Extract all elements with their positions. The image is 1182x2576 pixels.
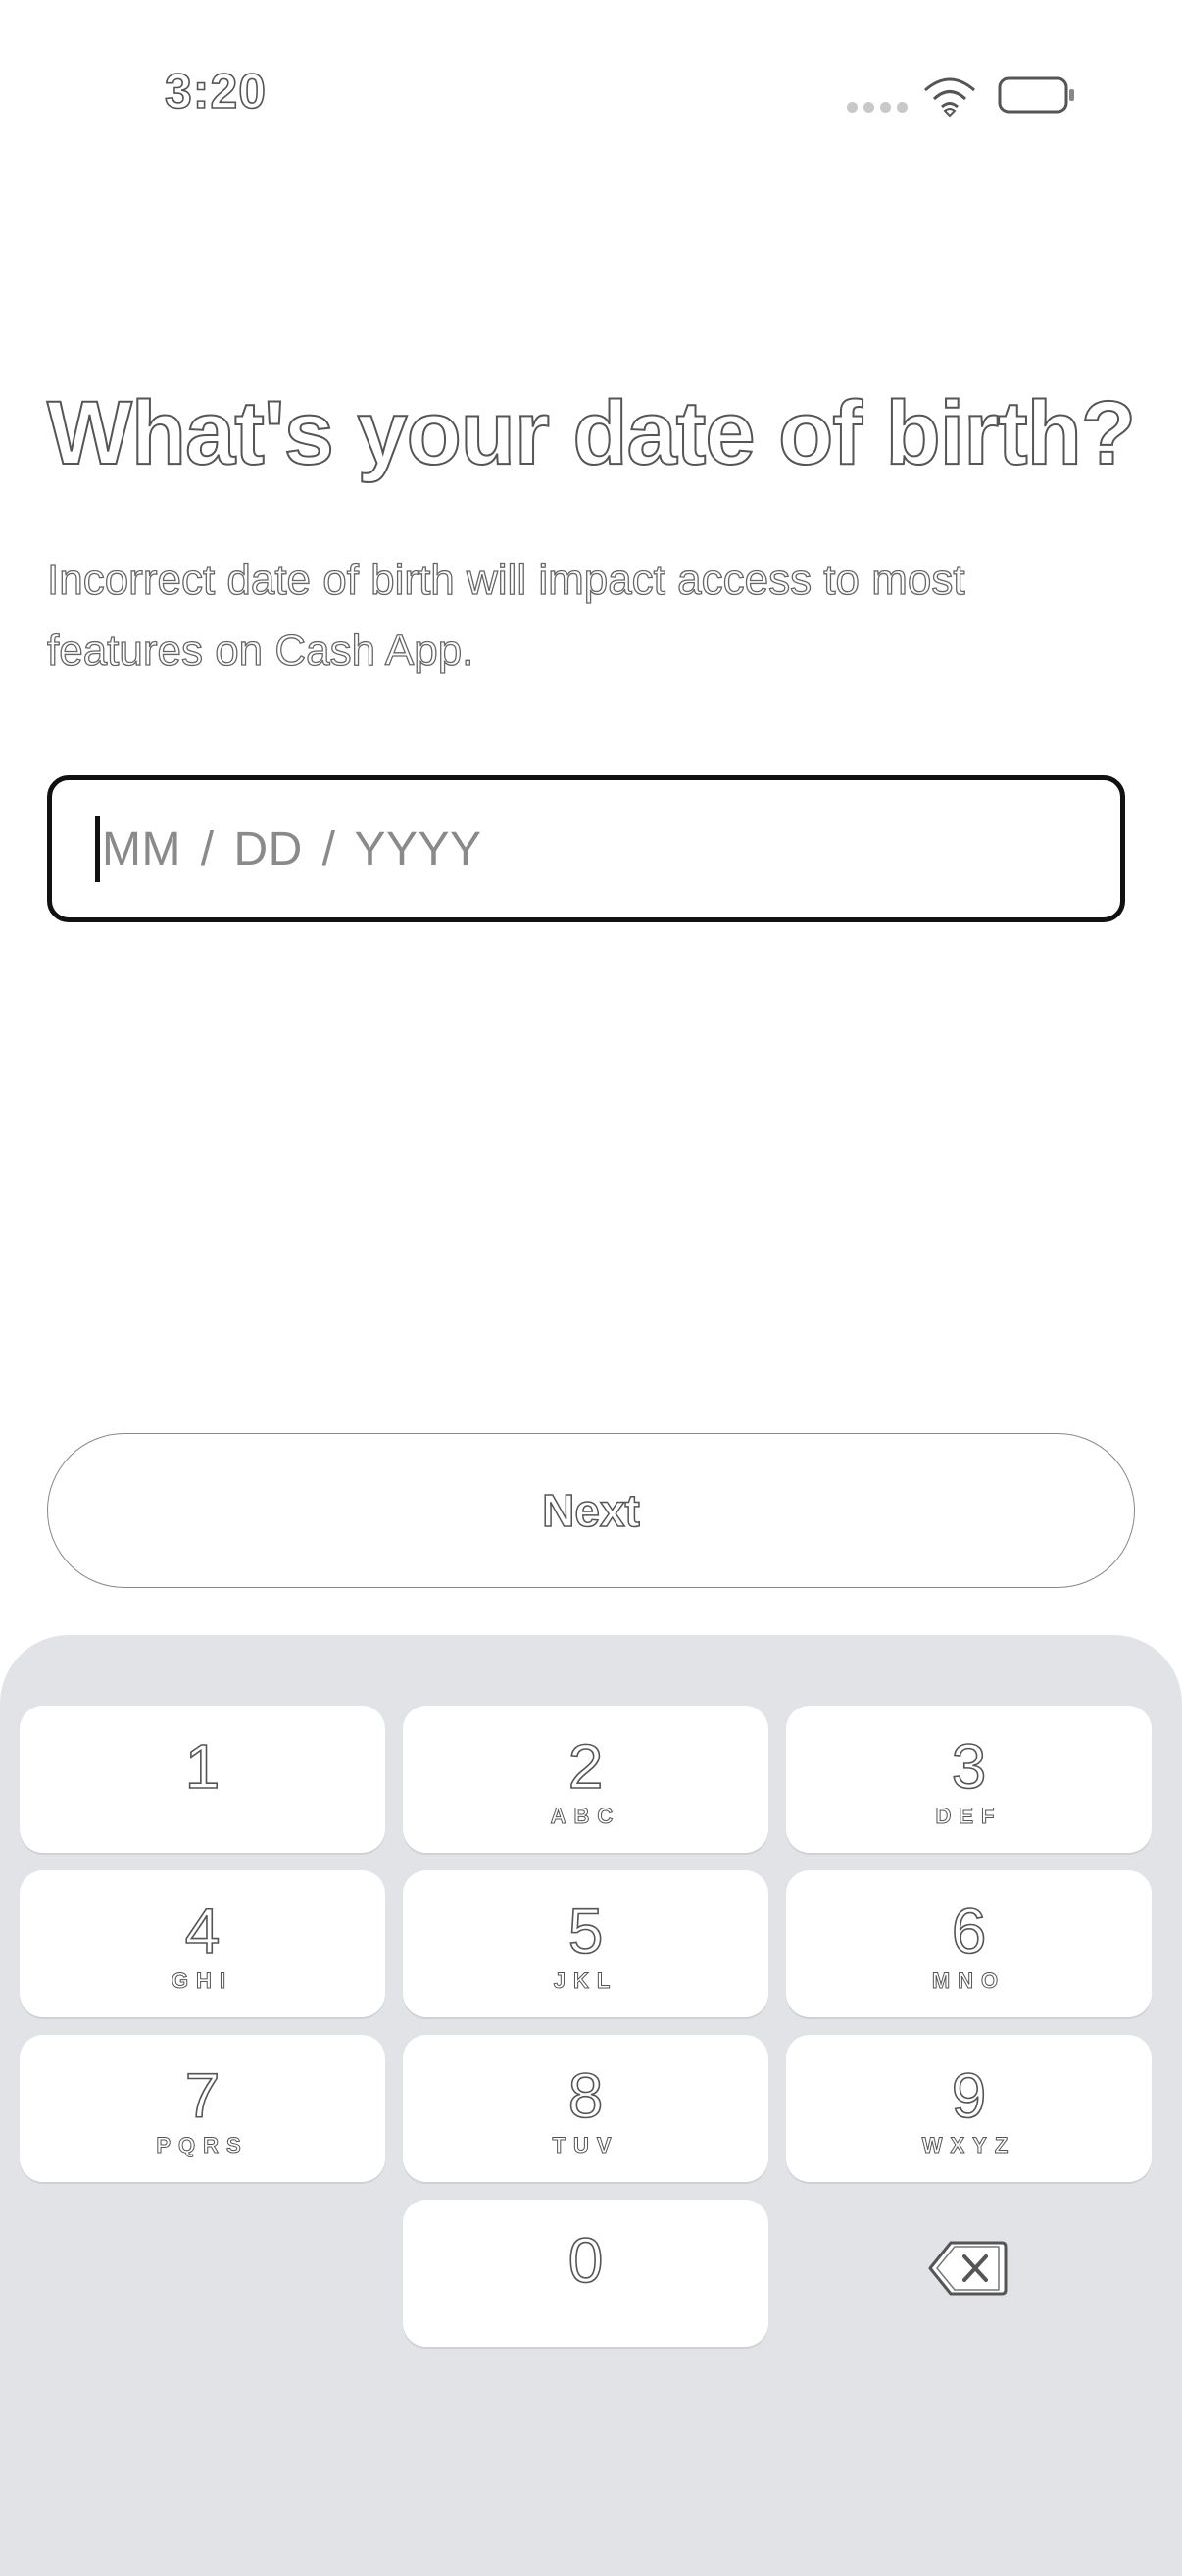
text-cursor <box>95 816 100 882</box>
cellular-signal-icon <box>847 102 908 113</box>
battery-icon <box>998 76 1074 114</box>
key-letters: GHI <box>171 1968 234 1994</box>
key-1[interactable]: 1 <box>20 1706 385 1853</box>
key-9[interactable]: 9 WXYZ <box>786 2035 1152 2182</box>
key-digit: 4 <box>184 1896 221 1966</box>
key-7[interactable]: 7 PQRS <box>20 2035 385 2182</box>
next-button-label: Next <box>541 1484 640 1537</box>
page-title: What's your date of birth? <box>46 382 1137 484</box>
key-letters: ABC <box>550 1804 621 1829</box>
key-digit: 8 <box>567 2060 604 2131</box>
wifi-icon <box>924 77 975 118</box>
page-subtitle: Incorrect date of birth will impact acce… <box>46 555 965 674</box>
key-digit: 5 <box>567 1896 604 1966</box>
key-letters: MNO <box>931 1968 1007 1994</box>
key-digit: 2 <box>567 1731 604 1802</box>
key-letters: TUV <box>552 2133 619 2158</box>
date-of-birth-input[interactable]: MM / DD / YYYY <box>47 775 1125 922</box>
next-button[interactable]: Next <box>47 1433 1135 1588</box>
key-4[interactable]: 4 GHI <box>20 1870 385 2017</box>
backspace-icon[interactable] <box>927 2237 1008 2300</box>
key-5[interactable]: 5 JKL <box>403 1870 768 2017</box>
key-digit: 7 <box>184 2060 221 2131</box>
key-6[interactable]: 6 MNO <box>786 1870 1152 2017</box>
key-digit: 0 <box>567 2225 604 2296</box>
key-digit: 1 <box>184 1731 221 1802</box>
status-time: 3:20 <box>164 63 268 120</box>
key-letters: DEF <box>935 1804 1003 1829</box>
key-digit: 9 <box>951 2060 987 2131</box>
key-0[interactable]: 0 <box>403 2200 768 2347</box>
key-digit: 3 <box>951 1731 987 1802</box>
key-letters: JKL <box>553 1968 618 1994</box>
key-letters: WXYZ <box>921 2133 1016 2158</box>
key-3[interactable]: 3 DEF <box>786 1706 1152 1853</box>
key-8[interactable]: 8 TUV <box>403 2035 768 2182</box>
key-letters: PQRS <box>156 2133 249 2158</box>
key-2[interactable]: 2 ABC <box>403 1706 768 1853</box>
date-of-birth-placeholder: MM / DD / YYYY <box>102 822 482 875</box>
key-digit: 6 <box>951 1896 987 1966</box>
